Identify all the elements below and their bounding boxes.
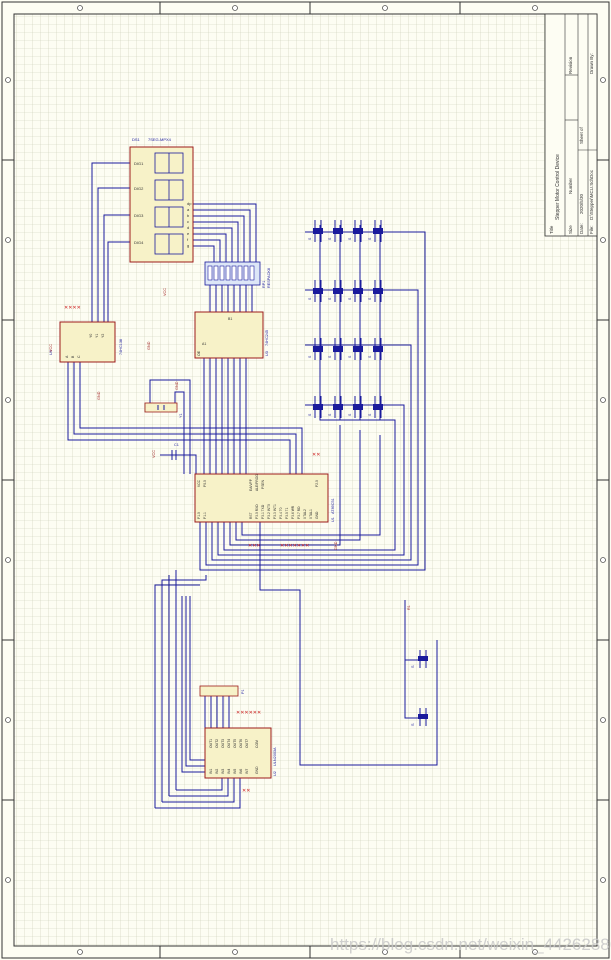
gnd-label-4: GND: [334, 541, 338, 550]
gnd-label-3: GND: [175, 381, 179, 390]
file-label: File:: [589, 225, 594, 234]
mcu-pin-ea: EA/VPP: [249, 478, 253, 491]
driver-pin-out4: OUT4: [227, 739, 231, 748]
mcu-pin-int1: P3.3 INT1: [273, 504, 277, 519]
driver-pin-out7: OUT7: [245, 739, 249, 748]
driver-pin-com: COM: [255, 740, 259, 748]
driver-pin-out6: OUT6: [239, 739, 243, 748]
latch-pin-b1: B1: [228, 317, 232, 321]
display-seg-c: c: [187, 219, 189, 224]
rpack-ref: RP1: [262, 281, 266, 288]
size-label: Size: [568, 225, 573, 234]
display-seg-d: d: [187, 225, 189, 230]
display-seg-g: g: [187, 243, 189, 248]
connector-header: P1: [199, 685, 245, 697]
crystal-ref: Y1: [179, 413, 183, 418]
driver-pin-in6: IN6: [239, 769, 243, 774]
driver-name: ULN2003A: [273, 747, 277, 766]
display-name: 7SEG-MPX4: [148, 137, 172, 142]
decoder-name: 74HC138: [119, 339, 123, 355]
mcu-pin-psen: PSEN: [261, 479, 265, 489]
title-block: Title Stepper Motor Control Device Size …: [544, 13, 598, 237]
date-value: 2020/5/30: [579, 193, 584, 214]
mcu-pin-txd: P3.1 TXD: [261, 504, 265, 519]
connector-ref: P1: [241, 689, 245, 694]
gnd-label-2: GND: [147, 341, 151, 350]
rpack-name: RESPACK8: [267, 268, 271, 288]
mcu-pin-p10: P1.0: [197, 512, 201, 519]
mcu-pin-t0: P3.4 T0: [279, 507, 283, 519]
sheet-label: Sheet of: [579, 126, 584, 144]
number-label: Number: [568, 177, 573, 194]
watermark: https://blog.csdn.net/weixin_44262886: [330, 935, 611, 954]
display-digit-3: DIG3: [134, 213, 144, 218]
display-digit-4: DIG4: [134, 240, 144, 245]
mcu-pin-ale: ALE/PROG: [255, 474, 259, 491]
driver-pin-in4: IN4: [227, 769, 231, 774]
driver-pin-out2: OUT2: [215, 739, 219, 748]
res-label: R1: [407, 605, 411, 610]
driver-pin-in1: IN1: [209, 769, 213, 774]
svg-text:✕✕✕✕✕✕✕: ✕✕✕✕✕✕✕: [280, 543, 309, 549]
mcu-pin-p11: P1.1: [203, 512, 207, 519]
latch-left-pins: OE: [197, 350, 201, 356]
latch-pin-a1: A1: [202, 342, 206, 346]
decoder-pin-y2: Y2: [101, 334, 105, 338]
svg-text:✕✕✕: ✕✕✕: [248, 543, 261, 549]
mcu-pin-rxd: P3.0 RXD: [255, 504, 259, 519]
driver-pin-gnd: GND: [255, 766, 259, 774]
mcu-pin-t1: P3.5 T1: [285, 507, 289, 519]
driver-pin-in7: IN7: [245, 769, 249, 774]
driver-pin-in3: IN3: [221, 769, 225, 774]
title-label: Title: [549, 225, 554, 234]
driver-pin-in5: IN5: [233, 769, 237, 774]
mcu-pin-int0: P3.2 INT0: [267, 504, 271, 519]
vcc-label-3: VCC: [49, 344, 53, 352]
gnd-label-1: GND: [97, 391, 101, 400]
driver-pin-out1: OUT1: [209, 739, 213, 748]
vcc-label-1: VCC: [152, 450, 156, 458]
mcu-pin-p20: P2.0: [315, 480, 319, 487]
mcu-pin-rst: RST: [249, 512, 253, 519]
cap-ref: C1: [174, 443, 179, 447]
svg-text:✕✕: ✕✕: [312, 452, 320, 458]
mcu-pin-p00: P0.0: [203, 480, 207, 487]
mcu-pin-xtal2: XTAL2: [303, 509, 307, 519]
driver-pin-out3: OUT3: [221, 739, 225, 748]
date-label: Date:: [579, 223, 584, 234]
seven-segment-display: DIG1 DIG2 DIG3 DIG4 dp a b c d e f g DS1…: [129, 137, 194, 263]
latch-name: 74HC245: [265, 330, 269, 346]
revision-label: Revision: [568, 56, 573, 74]
title-value: Stepper Motor Control Device: [555, 154, 561, 220]
decoder-pin-y0: Y0: [89, 334, 93, 338]
latch-ref: U3: [265, 351, 269, 356]
mcu-pin-vcc: VCC: [197, 479, 201, 487]
drawn-label: Drawn By:: [589, 53, 594, 74]
driver-ref: U2: [273, 771, 277, 776]
svg-text:✕✕: ✕✕: [242, 788, 250, 794]
mcu-pin-wr: P3.6 WR: [291, 505, 295, 519]
schematic-sheet: Title Stepper Motor Control Device Size …: [0, 0, 611, 960]
svg-text:✕✕✕✕✕✕: ✕✕✕✕✕✕: [236, 710, 261, 716]
driver-pin-in2: IN2: [215, 769, 219, 774]
svg-text:✕✕✕✕: ✕✕✕✕: [64, 305, 81, 311]
display-seg-dp: dp: [187, 201, 192, 206]
mcu-pin-gnd: GND: [315, 511, 319, 519]
mcu-pin-rd: P3.7 RD: [297, 506, 301, 519]
latch-ic: OE B1 A1 U3 74HC245: [194, 311, 269, 359]
mcu-pin-xtal1: XTAL1: [309, 509, 313, 519]
vcc-label-2: VCC: [163, 288, 167, 296]
driver-pin-out5: OUT5: [233, 739, 237, 748]
decoder-pin-y1: Y1: [95, 334, 99, 338]
mcu-ref: U1: [331, 517, 335, 522]
display-ref: DS1: [132, 137, 141, 142]
file-value: D:\Stepper\MCU.SchDoc: [589, 169, 594, 220]
display-digit-2: DIG2: [134, 186, 144, 191]
mcu-name: AT89C51: [331, 498, 335, 514]
display-digit-1: DIG1: [134, 161, 144, 166]
